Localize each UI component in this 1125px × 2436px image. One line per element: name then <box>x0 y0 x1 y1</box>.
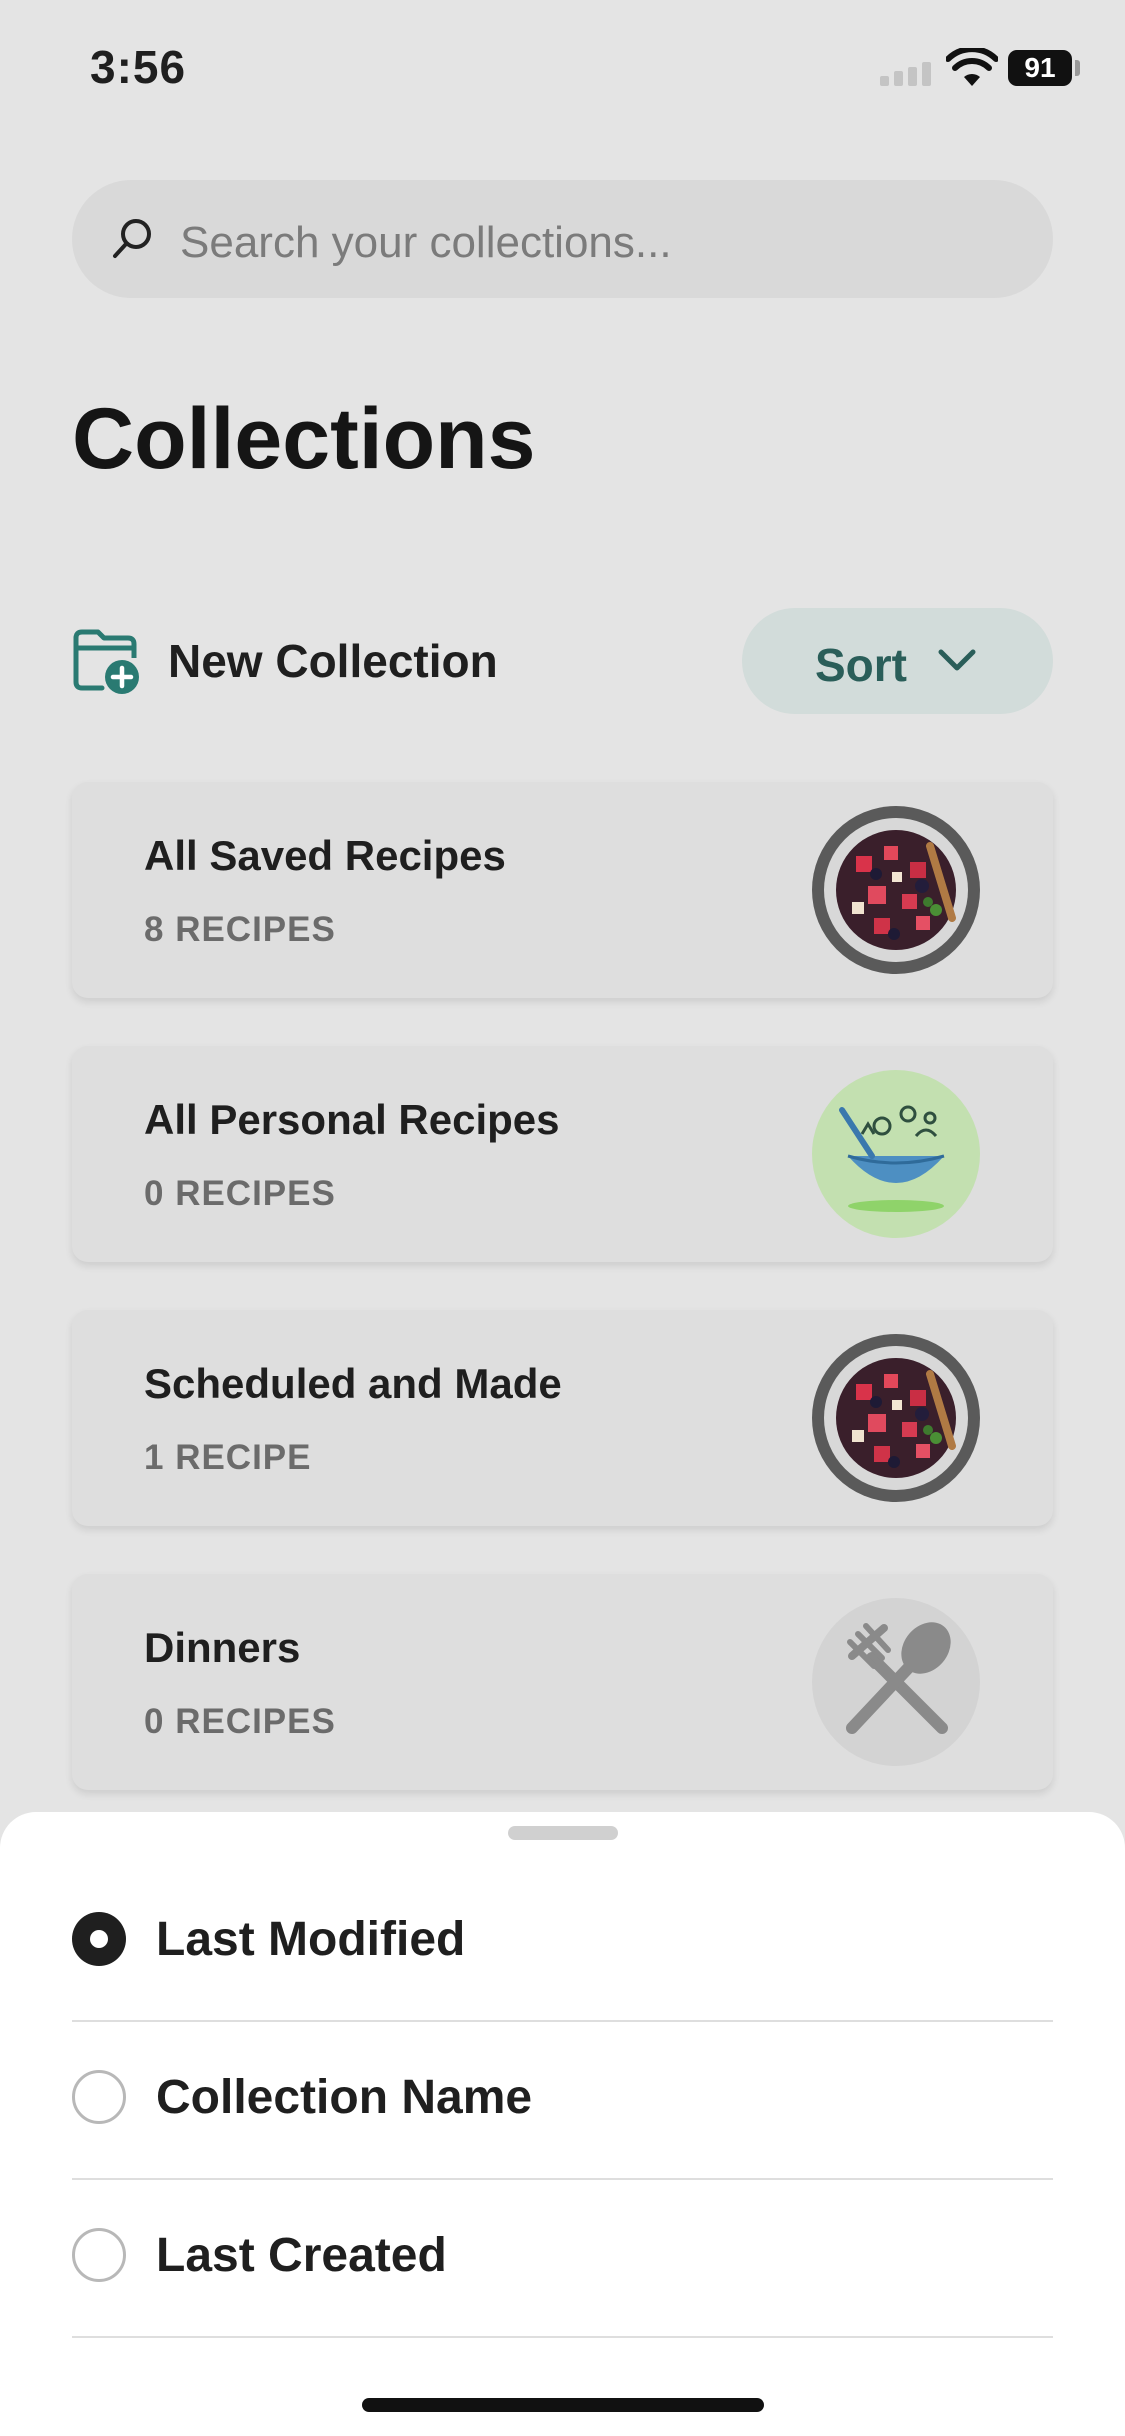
wifi-icon <box>946 48 998 86</box>
home-indicator <box>362 2398 764 2412</box>
sort-option-label: Collection Name <box>156 2071 533 2124</box>
battery-icon: 91 <box>1008 50 1072 86</box>
collection-name: All Personal Recipes <box>144 1096 560 1143</box>
sort-label: Sort <box>815 639 907 691</box>
search-icon <box>113 219 151 258</box>
collection-recipe-count: 1 RECIPE <box>144 1438 312 1477</box>
fork-spoon-icon <box>812 1598 980 1766</box>
collection-card[interactable]: All Personal Recipes 0 RECIPES <box>72 1046 1053 1262</box>
radio-unselected-icon[interactable] <box>72 2070 126 2124</box>
collection-recipe-count: 0 RECIPES <box>144 1702 336 1741</box>
collection-name: Dinners <box>144 1624 301 1671</box>
cellular-signal-icon <box>880 62 936 86</box>
new-collection-button[interactable]: New Collection <box>72 624 572 700</box>
status-bar: 3:56 91 <box>0 0 1125 140</box>
battery-nub <box>1075 60 1080 76</box>
page-title: Collections <box>72 391 536 487</box>
chevron-down-icon <box>938 649 976 671</box>
collection-name: All Saved Recipes <box>144 832 506 879</box>
add-folder-icon <box>73 629 139 694</box>
status-time: 3:56 <box>90 41 187 93</box>
collection-card[interactable]: Scheduled and Made 1 RECIPE <box>72 1310 1053 1526</box>
search-input[interactable]: Search your collections... <box>180 218 672 268</box>
sort-option-last-modified[interactable]: Last Modified <box>72 1862 1053 2022</box>
sheet-grabber[interactable] <box>508 1826 618 1840</box>
sort-option-collection-name[interactable]: Collection Name <box>72 2020 1053 2180</box>
radio-unselected-icon[interactable] <box>72 2228 126 2282</box>
radio-selected-icon[interactable] <box>72 1912 126 1966</box>
collection-thumbnail <box>812 1334 980 1502</box>
collection-recipe-count: 8 RECIPES <box>144 910 336 949</box>
sort-option-label: Last Modified <box>156 1913 466 1966</box>
sort-option-label: Last Created <box>156 2229 447 2282</box>
collection-thumbnail <box>812 1070 980 1238</box>
collection-recipe-count: 0 RECIPES <box>144 1174 336 1213</box>
search-bar[interactable]: Search your collections... <box>72 180 1053 298</box>
sort-button[interactable]: Sort <box>742 608 1053 714</box>
sort-option-last-created[interactable]: Last Created <box>72 2178 1053 2338</box>
collection-thumbnail <box>812 806 980 974</box>
sort-options-sheet: Last Modified Collection Name Last Creat… <box>0 1812 1125 2436</box>
new-collection-label: New Collection <box>168 635 498 687</box>
collection-card[interactable]: Dinners 0 RECIPES <box>72 1574 1053 1790</box>
collection-card[interactable]: All Saved Recipes 8 RECIPES <box>72 782 1053 998</box>
collection-name: Scheduled and Made <box>144 1360 562 1407</box>
